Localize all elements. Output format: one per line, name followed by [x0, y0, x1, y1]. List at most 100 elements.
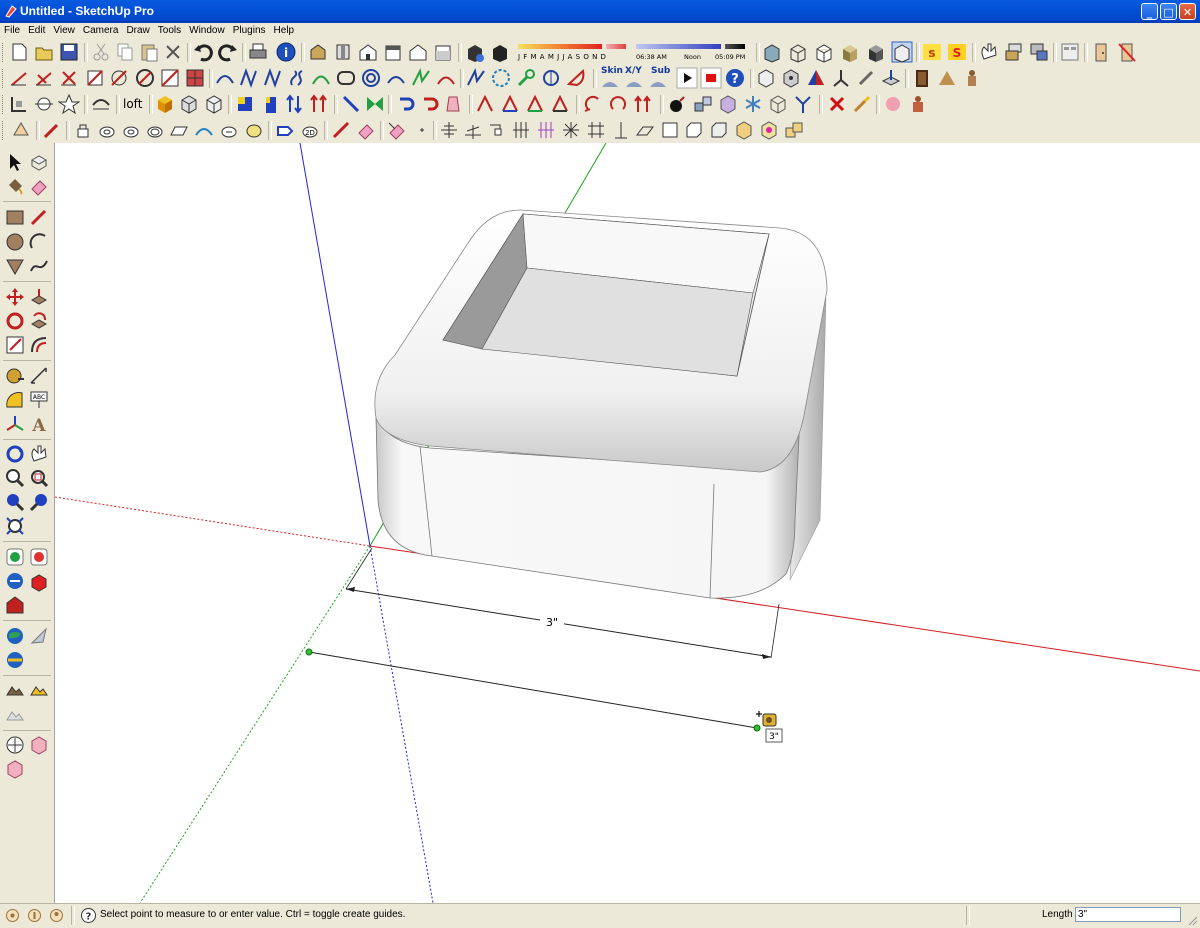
add-vertex-icon[interactable]: [474, 93, 496, 115]
guide-star-icon[interactable]: [560, 119, 582, 141]
components-icon[interactable]: [1028, 41, 1050, 63]
rotate-red-icon[interactable]: [582, 93, 604, 115]
sandbox-icon[interactable]: [880, 67, 902, 89]
eraser-icon[interactable]: [28, 175, 50, 197]
follow-me-icon[interactable]: [28, 310, 50, 332]
guide-hash-icon[interactable]: [585, 119, 607, 141]
geolocation-icon[interactable]: [5, 908, 20, 923]
weld-2-icon[interactable]: [96, 119, 118, 141]
rotate-tool-icon[interactable]: [4, 310, 26, 332]
terrain-2-icon[interactable]: [28, 679, 50, 701]
wireframe-icon[interactable]: [787, 41, 809, 63]
fog-icon[interactable]: [489, 41, 511, 63]
menu-help[interactable]: Help: [270, 23, 299, 39]
plugin-s2-icon[interactable]: S: [946, 41, 968, 63]
terrain-icon[interactable]: [4, 679, 26, 701]
cube-outline-icon[interactable]: [755, 67, 777, 89]
next-view-icon[interactable]: [28, 491, 50, 513]
section-cut-icon[interactable]: [8, 93, 30, 115]
menu-tools[interactable]: Tools: [154, 23, 185, 39]
rect-grid-icon[interactable]: [184, 67, 206, 89]
fan-icon[interactable]: [936, 67, 958, 89]
help-circle-icon[interactable]: ?: [724, 67, 746, 89]
modeling-viewport[interactable]: 3" 3": [55, 143, 1200, 903]
make-component-icon[interactable]: [28, 151, 50, 173]
broom-icon[interactable]: [851, 93, 873, 115]
door-icon[interactable]: [1090, 41, 1112, 63]
get-component-icon[interactable]: [28, 570, 50, 592]
new-icon[interactable]: [8, 41, 30, 63]
cube-dots-icon[interactable]: [780, 67, 802, 89]
menu-camera[interactable]: Camera: [79, 23, 123, 39]
orbit-icon[interactable]: [4, 443, 26, 465]
erase-icon[interactable]: [162, 41, 184, 63]
monochrome-icon[interactable]: [891, 41, 913, 63]
skin-label[interactable]: Skin: [601, 66, 623, 76]
zoom-icon[interactable]: [4, 467, 26, 489]
circle-slash-icon[interactable]: [108, 67, 130, 89]
arc-tool-icon[interactable]: [28, 231, 50, 253]
play-icon[interactable]: [676, 67, 698, 89]
outliner-icon[interactable]: [1059, 41, 1081, 63]
undo-icon[interactable]: [192, 41, 214, 63]
add-vertex-3-icon[interactable]: [524, 93, 546, 115]
front-view-icon[interactable]: [357, 41, 379, 63]
menu-view[interactable]: View: [49, 23, 79, 39]
weld-8-icon[interactable]: [243, 119, 265, 141]
freehand-tool-icon[interactable]: [28, 255, 50, 277]
pyramid-icon[interactable]: [805, 67, 827, 89]
curve-4-icon[interactable]: [286, 67, 308, 89]
frame-icon[interactable]: [659, 119, 681, 141]
right-view-icon[interactable]: [382, 41, 404, 63]
frame-3d-icon[interactable]: [683, 119, 705, 141]
tag-2-icon[interactable]: 2D: [299, 119, 321, 141]
frame-3d-2-icon[interactable]: [708, 119, 730, 141]
book-icon[interactable]: [911, 67, 933, 89]
person-icon[interactable]: [961, 67, 983, 89]
blocks-icon[interactable]: [692, 93, 714, 115]
model-info-icon[interactable]: i: [275, 41, 297, 63]
tag-icon[interactable]: [274, 119, 296, 141]
polygon-icon[interactable]: [490, 67, 512, 89]
box-tan-icon[interactable]: [733, 119, 755, 141]
wrench-icon[interactable]: [515, 67, 537, 89]
select-arrow-icon[interactable]: [4, 151, 26, 173]
share-model-icon[interactable]: [28, 546, 50, 568]
rotate-red-2-icon[interactable]: [607, 93, 629, 115]
redo-icon[interactable]: [217, 41, 239, 63]
color-square-icon[interactable]: [234, 93, 256, 115]
return-arrow-red-icon[interactable]: [418, 93, 440, 115]
guide-plane-icon[interactable]: [634, 119, 656, 141]
knife-icon[interactable]: [41, 119, 63, 141]
loft-button[interactable]: loft: [123, 97, 142, 111]
rounded-box-model[interactable]: [374, 209, 828, 599]
xy-label[interactable]: X/Y: [625, 66, 642, 76]
back-view-icon[interactable]: [407, 41, 429, 63]
menu-file[interactable]: File: [0, 23, 24, 39]
eraser-2-icon[interactable]: [386, 119, 408, 141]
menu-window[interactable]: Window: [185, 23, 229, 39]
top-view-icon[interactable]: [332, 41, 354, 63]
curve-3-icon[interactable]: [262, 67, 284, 89]
scale-arrow-icon[interactable]: [330, 119, 352, 141]
wire-cube-icon[interactable]: [767, 93, 789, 115]
protractor-icon[interactable]: [4, 389, 26, 411]
guide-box-icon[interactable]: [486, 119, 508, 141]
weld-3-icon[interactable]: [120, 119, 142, 141]
get-models-icon[interactable]: [4, 546, 26, 568]
scene-canvas[interactable]: 3" 3": [55, 143, 1200, 903]
offset-tool-icon[interactable]: [28, 334, 50, 356]
open-icon[interactable]: [33, 41, 55, 63]
rounded-rect-icon[interactable]: [335, 67, 357, 89]
tape-measure-icon[interactable]: [4, 365, 26, 387]
user-icon[interactable]: [49, 908, 64, 923]
purple-cube-icon[interactable]: [717, 93, 739, 115]
walk-icon[interactable]: [4, 734, 26, 756]
intersect-icon[interactable]: [58, 67, 80, 89]
guide-angle-icon[interactable]: [462, 119, 484, 141]
resize-grip-icon[interactable]: [1186, 914, 1198, 926]
bomb-icon[interactable]: [666, 93, 688, 115]
box-orange-icon[interactable]: [154, 93, 176, 115]
curve-1-icon[interactable]: [214, 67, 236, 89]
weld-1-icon[interactable]: [72, 119, 94, 141]
